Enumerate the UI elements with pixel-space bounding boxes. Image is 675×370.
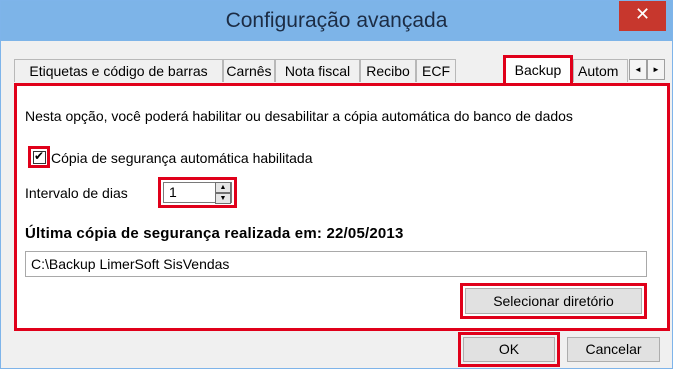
dialog-window: Configuração avançada ✕ Etiquetas e códi… [0,0,673,369]
tab-strip: Etiquetas e código de barras Carnês Nota… [14,55,671,83]
arrow-down-icon: ▼ [219,195,227,202]
backup-tab-panel: Nesta opção, você poderá habilitar ou de… [14,83,670,331]
cancel-button[interactable]: Cancelar [567,337,660,362]
arrow-right-icon: ► [652,65,660,74]
spin-down-button[interactable]: ▼ [215,193,231,204]
backup-directory-field[interactable]: C:\Backup LimerSoft SisVendas [25,251,647,277]
tab-autom[interactable]: Autom [573,59,628,82]
tab-etiquetas[interactable]: Etiquetas e código de barras [14,59,223,82]
tab-recibo[interactable]: Recibo [360,59,416,82]
tab-backup[interactable]: Backup [503,55,573,83]
backup-description: Nesta opção, você poderá habilitar ou de… [25,108,573,124]
auto-backup-label[interactable]: Cópia de segurança automática habilitada [51,150,313,166]
ok-button[interactable]: OK [463,337,555,362]
tab-nota-fiscal[interactable]: Nota fiscal [275,59,360,82]
tab-scroll-left-button[interactable]: ◄ [629,59,647,80]
arrow-left-icon: ◄ [634,65,642,74]
interval-label: Intervalo de dias [25,185,128,201]
interval-days-value: 1 [169,184,177,200]
interval-days-stepper[interactable]: 1 ▲ ▼ [163,182,232,204]
auto-backup-checkbox[interactable]: ✔ [33,149,46,164]
select-directory-button[interactable]: Selecionar diretório [465,288,642,314]
tab-ecf[interactable]: ECF [416,59,456,82]
spin-up-button[interactable]: ▲ [215,182,231,193]
arrow-up-icon: ▲ [219,184,227,191]
close-icon: ✕ [634,4,651,25]
tab-scroll-right-button[interactable]: ► [647,59,665,80]
tab-carnes[interactable]: Carnês [223,59,275,82]
last-backup-label: Última cópia de segurança realizada em: … [25,225,404,242]
checkmark-icon: ✔ [34,149,45,163]
close-button[interactable]: ✕ [619,1,666,31]
window-title: Configuração avançada [225,9,448,32]
title-bar[interactable]: Configuração avançada ✕ [1,1,672,41]
